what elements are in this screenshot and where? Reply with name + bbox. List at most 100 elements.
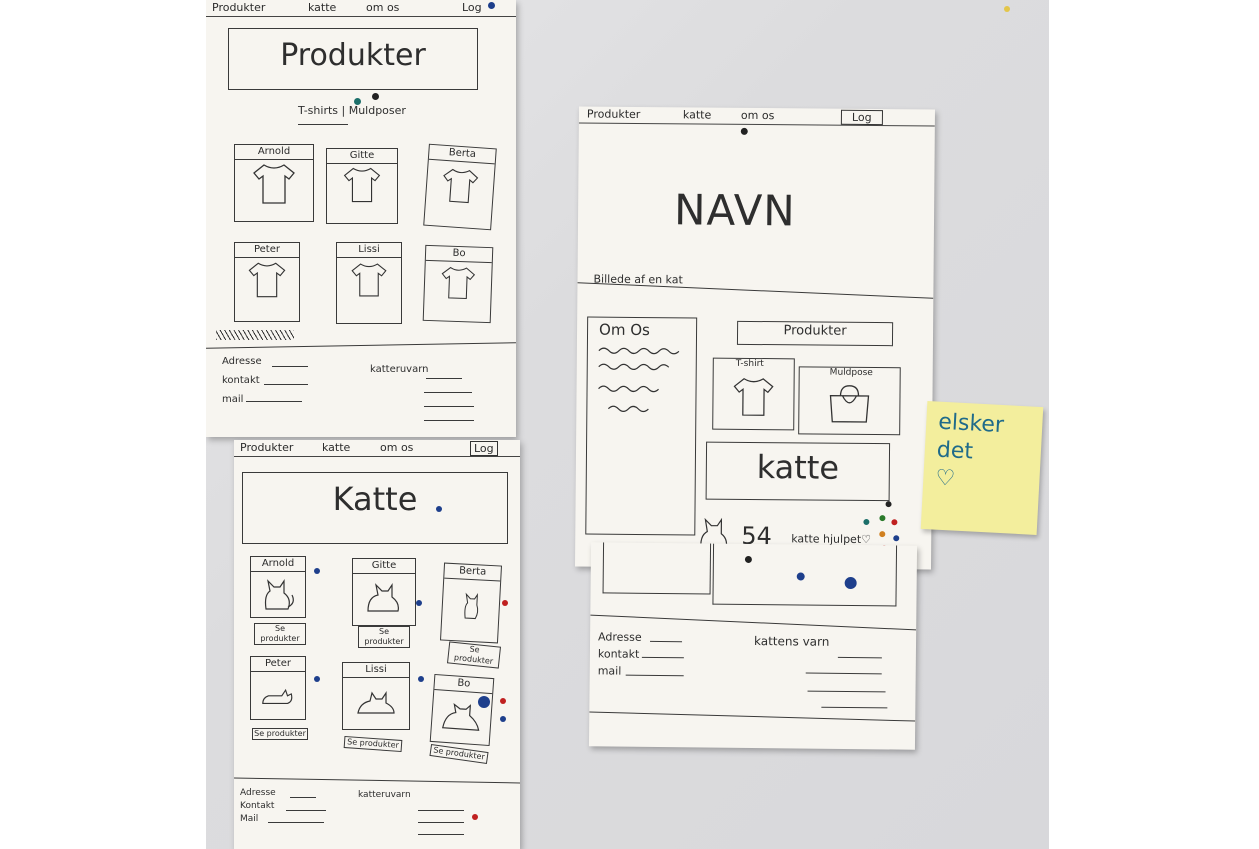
card-berta: Berta [423, 143, 497, 231]
tshirt-icon [343, 167, 381, 203]
card-label: Arnold [235, 145, 313, 160]
muldpose-card[interactable]: Muldpose [798, 366, 901, 436]
nav-log: Log [470, 441, 498, 456]
footer-line [290, 797, 316, 798]
card-bo: Bo [422, 244, 494, 324]
se-produkter-button[interactable]: Se produkter [343, 735, 403, 753]
corkboard-photo: Produkter katte om os Log Produkter T-sh… [206, 0, 1049, 849]
card-berta: Berta [439, 562, 503, 644]
nav-log: Log [462, 1, 482, 14]
nav-produkter: Produkter [586, 107, 641, 121]
footer-mail: mail [597, 664, 622, 678]
pin [354, 98, 361, 105]
nav-om-os: om os [380, 441, 414, 454]
footer-right: katteruvarn [358, 790, 411, 800]
card-lissi: Lissi [342, 662, 410, 730]
card-lissi: Lissi [336, 242, 402, 324]
nav-log: Log [840, 109, 883, 126]
footer-line [807, 690, 886, 693]
katte-button[interactable]: katte [706, 448, 890, 488]
colored-dot [796, 572, 805, 581]
card-arnold: Arnold [250, 556, 306, 618]
cat-icon [367, 583, 399, 612]
se-produkter-button[interactable]: Se produkter [254, 623, 306, 645]
hero-title: NAVN [673, 185, 796, 236]
colored-dot [314, 568, 320, 574]
nav-produkter: Produkter [240, 441, 294, 454]
footer-line [286, 810, 326, 811]
nav-katte: katte [682, 108, 712, 122]
card-label: Lissi [337, 243, 401, 258]
colored-dot [416, 600, 422, 606]
card-gitte: Gitte [326, 148, 398, 224]
footer-right: kattens varn [753, 634, 830, 649]
nav-katte: katte [308, 1, 337, 14]
card-label: Bo [425, 245, 493, 264]
footer-line [650, 640, 683, 643]
footer-line [272, 366, 308, 367]
footer-line [418, 822, 464, 823]
cat-icon [464, 592, 479, 620]
colored-dot [436, 506, 442, 512]
card-label: Peter [251, 657, 305, 672]
tshirt-card[interactable]: T-shirt [712, 357, 795, 431]
se-produkter-button[interactable]: Se produkter [252, 728, 308, 740]
footer-line [418, 834, 464, 835]
colored-dot [879, 515, 886, 522]
colored-dot [891, 519, 898, 526]
footer-kontakt: Kontakt [240, 801, 275, 811]
se-produkter-button[interactable]: Se produkter [429, 744, 489, 764]
nav-om-os: om os [740, 108, 775, 123]
card-peter: Peter [250, 656, 306, 720]
sticky-note: elsker det ♡ [920, 401, 1044, 535]
footer-right: katteruvarn [370, 364, 429, 375]
tabs: T-shirts | Muldposer [298, 104, 406, 117]
tshirt-icon [443, 168, 479, 204]
footer-line [424, 392, 472, 393]
tshirt-label: T-shirt [735, 358, 764, 370]
footer-kontakt: kontakt [222, 375, 260, 386]
heart-icon: ♡ [934, 465, 956, 492]
card-peter: Peter [234, 242, 300, 322]
footer-line [837, 656, 882, 659]
footer-divider [206, 342, 516, 349]
footer-line [641, 656, 684, 659]
text-scribble [598, 347, 680, 413]
pin [488, 2, 495, 9]
se-produkter-button[interactable]: Se produkter [358, 626, 410, 648]
footer-line [246, 401, 302, 402]
sheet-katte: Produkter katte om os Log Katte Arnold S… [234, 440, 520, 849]
footer-line [426, 378, 462, 379]
page-title: Produkter [280, 38, 426, 73]
pin [740, 127, 748, 135]
counter-box-end [712, 543, 898, 607]
card-label: Berta [428, 144, 496, 165]
card-label: Lissi [343, 663, 409, 678]
card-bo: Bo [429, 673, 495, 747]
tshirt-icon [248, 262, 286, 298]
footer-line [264, 384, 308, 385]
colored-dot [879, 531, 886, 538]
colored-dot [500, 716, 506, 722]
pin [844, 576, 857, 590]
pin [744, 555, 752, 563]
sheet-forside: Produkter katte om os Log NAVN Billede a… [574, 106, 936, 570]
page-title: Katte [332, 480, 418, 518]
colored-dot [502, 600, 508, 606]
footer-adresse: Adresse [240, 788, 276, 798]
se-produkter-button[interactable]: Se produkter [446, 641, 502, 669]
bag-icon [829, 385, 870, 423]
footer-line [821, 706, 888, 709]
muldpose-label: Muldpose [829, 367, 873, 379]
colored-dot [885, 501, 892, 508]
sticky-line-1: elsker [937, 409, 1005, 439]
tshirt-icon [733, 377, 774, 416]
nav-bar: Produkter katte om os Log [206, 0, 516, 17]
footer-mail: mail [222, 394, 244, 405]
tab-underline [298, 124, 348, 125]
footer-line [805, 672, 882, 675]
scribble-bar [216, 330, 294, 340]
colored-dot [863, 518, 870, 526]
products-heading[interactable]: Produkter [737, 323, 893, 339]
colored-dot [314, 676, 320, 682]
